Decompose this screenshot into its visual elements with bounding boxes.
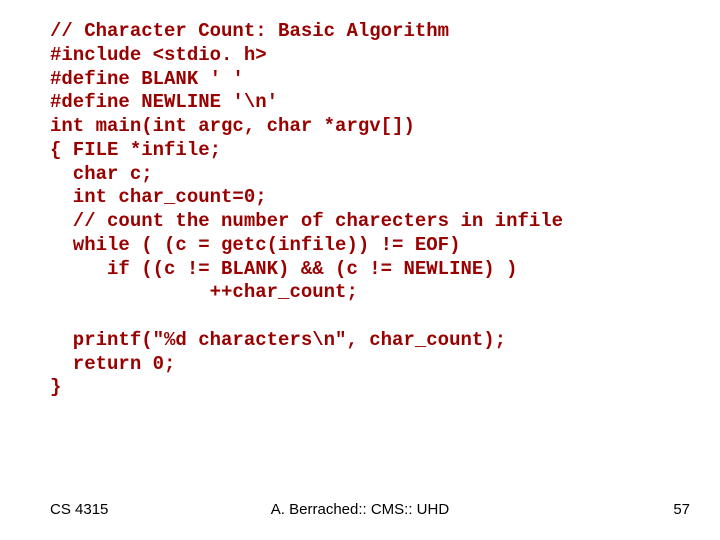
code-line: return 0; <box>50 353 175 375</box>
code-line: int char_count=0; <box>50 186 267 208</box>
slide: // Character Count: Basic Algorithm #inc… <box>0 0 720 540</box>
code-line: if ((c != BLANK) && (c != NEWLINE) ) <box>50 258 517 280</box>
code-line: // count the number of charecters in inf… <box>50 210 563 232</box>
footer-right: 57 <box>673 501 690 518</box>
code-line: int main(int argc, char *argv[]) <box>50 115 415 137</box>
footer: CS 4315 A. Berrached:: CMS:: UHD 57 <box>0 501 720 518</box>
code-line: } <box>50 376 61 398</box>
code-line: while ( (c = getc(infile)) != EOF) <box>50 234 460 256</box>
code-line: printf("%d characters\n", char_count); <box>50 329 506 351</box>
code-line: #define NEWLINE '\n' <box>50 91 278 113</box>
code-line: // Character Count: Basic Algorithm <box>50 20 449 42</box>
code-line: #define BLANK ' ' <box>50 68 244 90</box>
footer-left: CS 4315 <box>50 501 108 518</box>
code-block: // Character Count: Basic Algorithm #inc… <box>50 20 690 400</box>
code-line: char c; <box>50 163 153 185</box>
code-line: ++char_count; <box>50 281 358 303</box>
code-line: { FILE *infile; <box>50 139 221 161</box>
code-line: #include <stdio. h> <box>50 44 267 66</box>
